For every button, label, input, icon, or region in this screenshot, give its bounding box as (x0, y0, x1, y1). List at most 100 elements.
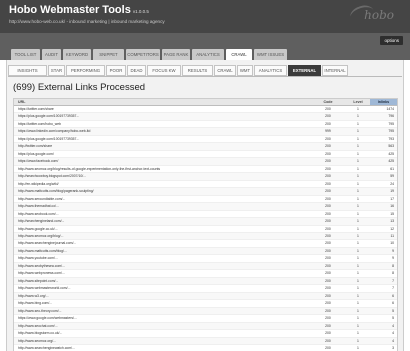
table-row[interactable]: http://www.mattcutts.com/blog/... 200 1 9 (14, 247, 397, 256)
table-row[interactable]: http://searchengineland.com/... 200 1 13 (14, 218, 397, 226)
url-cell[interactable]: http://www.seomoz.org/blog/results-of-go… (18, 166, 310, 172)
table-row[interactable]: http://www.themadhat.co/... 200 1 16 (14, 203, 397, 211)
sub-tab-wmt[interactable]: WMT (237, 65, 253, 76)
url-cell[interactable]: https://twitter.com/share (18, 106, 310, 112)
url-cell[interactable]: https://plus.google.com/100197739357... (18, 136, 310, 142)
table-row[interactable]: http://www.webpronews.com/... 200 1 8 (14, 270, 397, 278)
table-row[interactable]: https://plus.google.com/100197739357... 2… (14, 113, 397, 121)
url-cell[interactable]: http://www.mattcutts.com/blog/... (18, 248, 310, 254)
table-row[interactable]: http://www.seomoz.org/blog/... 200 1 11 (14, 232, 397, 241)
table-row[interactable]: http://www.google.co.uk/... 200 1 12 (14, 226, 397, 233)
url-cell[interactable]: http://www.seochat.com/... (18, 323, 310, 329)
table-row[interactable]: https://plus.google.com/200 1 425 (14, 151, 397, 159)
sub-tab-external[interactable]: EXTERNAL (288, 65, 321, 76)
hobo-logo: hobo (348, 2, 394, 26)
url-cell[interactable]: http://www.seo-theory.com/... (18, 308, 310, 314)
table-row[interactable]: http://www.seobythesea.com/... 200 1 8 (14, 262, 397, 271)
level-cell: 1 (357, 166, 359, 171)
table-row[interactable]: http://www.seomoz.org/blog/results-of-go… (14, 166, 397, 174)
table-row[interactable]: http://www.seobook.com/... 200 1 15 (14, 211, 397, 219)
sub-tab-performing[interactable]: PERFORMING (66, 65, 105, 76)
options-button[interactable]: options (380, 36, 403, 45)
url-cell[interactable]: http://www.seobythesea.com/... (18, 263, 310, 269)
header-inlinks[interactable]: Inlinks (370, 99, 397, 105)
header-url[interactable]: URL (18, 99, 58, 105)
url-cell[interactable]: https://plus.google.com/ (18, 151, 310, 157)
url-cell[interactable]: https://www.google.com/webmasters/... (18, 315, 310, 321)
url-cell[interactable]: https://twitter.com/hobo_web (18, 121, 310, 127)
url-cell[interactable]: http://www.blogstorm.co.uk/... (18, 330, 310, 336)
url-cell[interactable]: https://www.linkedin.com/company/hobo-we… (18, 128, 310, 134)
table-row[interactable]: http://twitter.com/share 200 1 563 (14, 143, 397, 151)
table-row[interactable]: https://twitter.com/hobo_web 200 1 795 (14, 121, 397, 129)
table-row[interactable]: http://www.youtube.com/... 200 1 9 (14, 255, 397, 263)
sub-tab-analytics[interactable]: ANALYTICS (254, 65, 287, 76)
level-cell: 1 (357, 107, 359, 111)
inlinks-cell: 8 (392, 271, 394, 276)
table-row[interactable]: https://www.linkedin.com/company/hobo-we… (14, 128, 397, 136)
url-cell[interactable]: http://www.searchenginejournal.com/... (18, 240, 310, 246)
table-row[interactable]: http://www.seochat.com/... 200 1 4 (14, 322, 397, 331)
main-tab-page-rank[interactable]: PAGE RANK (162, 49, 190, 60)
table-row[interactable]: http://www.searchenginejournal.com/... 20… (14, 240, 397, 248)
table-row[interactable]: http://www.blogstorm.co.uk/... 200 1 4 (14, 330, 397, 338)
main-tab-crawl[interactable]: CRAWL (226, 49, 252, 60)
sub-tab-internal[interactable]: INTERNAL (322, 65, 348, 76)
table-row[interactable]: https://plus.google.com/100197739357... 2… (14, 136, 397, 144)
main-tab-tool-list[interactable]: TOOL LIST (11, 49, 40, 60)
url-cell[interactable]: http://www.webmasterworld.com/... (18, 285, 310, 291)
table-row[interactable]: http://www.sitepoint.com/... 200 1 7 (14, 277, 397, 286)
url-cell[interactable]: http://www.themadhat.co/... (18, 203, 310, 209)
url-cell[interactable]: http://www.seobook.com/... (18, 211, 310, 217)
sub-tab-star[interactable]: STAR (48, 65, 65, 76)
url-cell[interactable]: http://www.sitepoint.com/... (18, 278, 310, 284)
table-row[interactable]: https://twitter.com/share 200 1 1474 (14, 106, 397, 114)
sub-tab-results[interactable]: RESULTS (182, 65, 213, 76)
url-cell[interactable]: http://www.mattcutts.com/blog/pagerank-s… (18, 188, 310, 194)
main-tab-audit[interactable]: AUDIT (42, 49, 61, 60)
table-row[interactable]: http://www.w3.org/... 200 1 6 (14, 292, 397, 301)
sub-tab-focus-kw[interactable]: FOCUS KW (147, 65, 181, 76)
url-cell[interactable]: http://searchengineland.com/... (18, 218, 310, 224)
header-code[interactable]: Code (317, 99, 339, 105)
table-row[interactable]: http://searchcowboy.blogspot.com/2007/10… (14, 173, 397, 181)
header-level[interactable]: Level (347, 99, 369, 105)
url-cell[interactable]: http://www.seomoz.org/... (18, 338, 310, 344)
url-cell[interactable]: http://www.w3.org/... (18, 293, 310, 299)
url-cell[interactable]: http://searchcowboy.blogspot.com/2007/10… (18, 173, 310, 179)
url-cell[interactable]: https://www.facebook.com/ (18, 158, 310, 164)
url-cell[interactable]: http://www.searchenginewatch.com/... (18, 345, 310, 351)
url-cell[interactable]: https://plus.google.com/100197739357... (18, 113, 310, 119)
url-cell[interactable]: http://www.seroundtable.com/... (18, 196, 310, 202)
url-cell[interactable]: http://www.youtube.com/... (18, 255, 310, 261)
code-cell: 200 (325, 226, 331, 231)
table-row[interactable]: http://www.seroundtable.com/... 200 1 17 (14, 196, 397, 204)
inlinks-cell: 11 (390, 233, 394, 238)
table-row[interactable]: http://www.seo-theory.com/... 200 1 5 (14, 307, 397, 316)
app-header: Hobo Webmaster Tools v1.0.0.5 http://www.… (0, 0, 410, 33)
table-row[interactable]: http://www.webmasterworld.com/... 200 1 7 (14, 285, 397, 293)
table-row[interactable]: http://en.wikipedia.org/wiki/200 1 24 (14, 181, 397, 189)
url-cell[interactable]: http://www.seomoz.org/blog/... (18, 233, 310, 239)
url-cell[interactable]: http://en.wikipedia.org/wiki/ (18, 181, 310, 187)
table-row[interactable]: http://www.searchenginewatch.com/... 200 1… (14, 345, 397, 351)
url-cell[interactable]: http://www.google.co.uk/... (18, 226, 310, 232)
main-tab-keyword[interactable]: KEYWORD (63, 49, 91, 60)
table-row[interactable]: http://www.mattcutts.com/blog/pagerank-s… (14, 188, 397, 196)
sub-tab-dead[interactable]: DEAD (127, 65, 146, 76)
code-cell: 200 (325, 338, 331, 343)
url-cell[interactable]: http://www.bing.com/... (18, 300, 310, 306)
table-row[interactable]: http://www.bing.com/... 200 1 6 (14, 300, 397, 308)
url-cell[interactable]: http://www.webpronews.com/... (18, 270, 310, 276)
table-row[interactable]: https://www.facebook.com/200 1 425 (14, 158, 397, 166)
table-row[interactable]: https://www.google.com/webmasters/... 200… (14, 315, 397, 323)
sub-tab-insights[interactable]: INSIGHTS (8, 65, 47, 76)
table-row[interactable]: http://www.seomoz.org/... 200 1 4 (14, 337, 397, 345)
sub-tab-poor[interactable]: POOR (106, 65, 126, 76)
main-tab-analytics[interactable]: ANALYTICS (192, 49, 224, 60)
sub-tab-crawl[interactable]: CRAWL (214, 65, 236, 76)
main-tab-wmt-issues[interactable]: WMT ISSUES (254, 49, 287, 60)
main-tab-snippet[interactable]: SNIPPET (93, 49, 124, 60)
main-tab-competitors[interactable]: COMPETITORS (126, 49, 160, 60)
url-cell[interactable]: http://twitter.com/share (18, 143, 310, 149)
